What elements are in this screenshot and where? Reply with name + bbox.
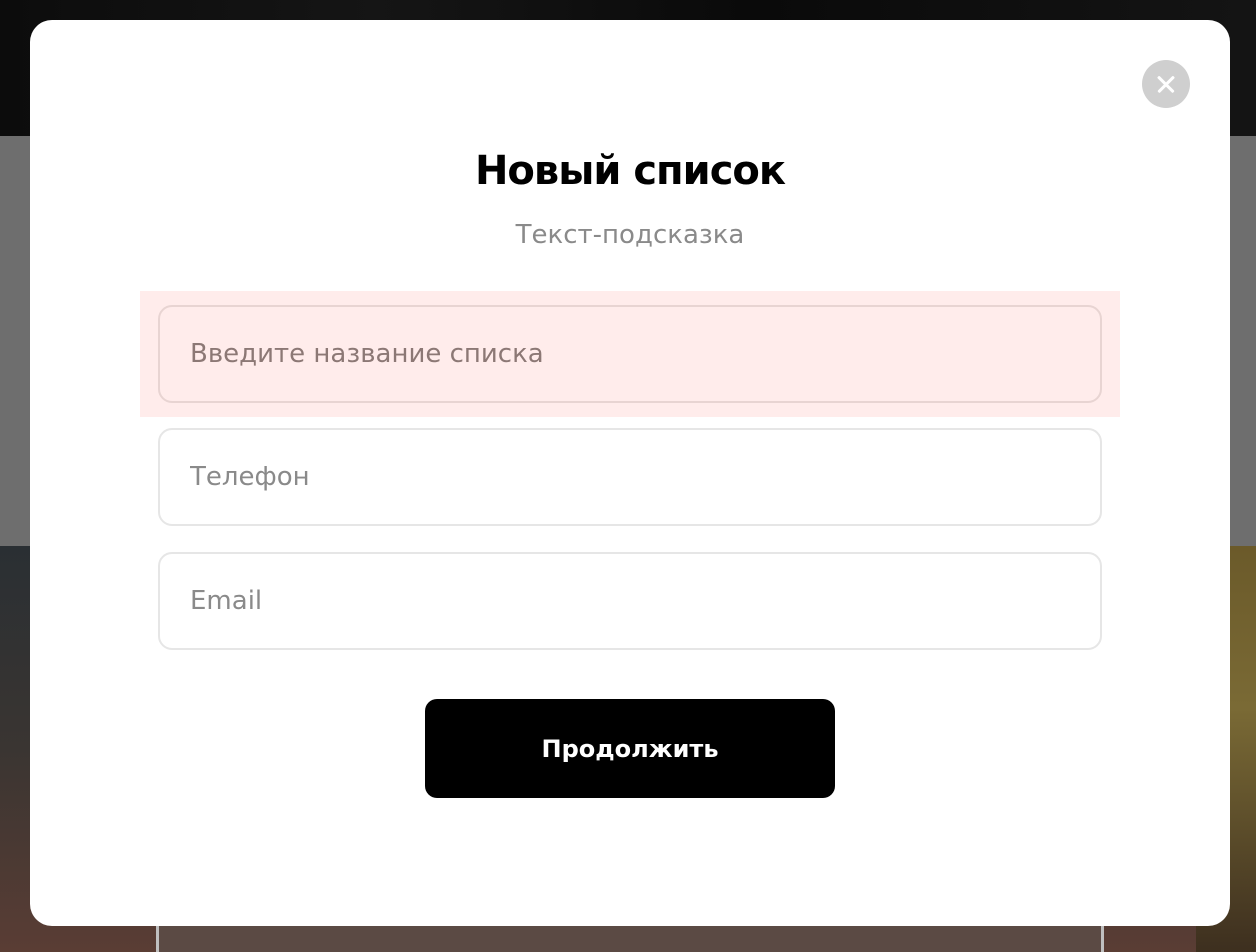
modal-hint-text: Текст-подсказка <box>515 220 745 250</box>
new-list-modal: Новый список Текст-подсказка Продолжить <box>30 20 1230 926</box>
email-field[interactable] <box>158 552 1102 650</box>
list-name-input[interactable] <box>190 339 1070 369</box>
list-name-field[interactable] <box>158 305 1102 403</box>
modal-title: Новый список <box>474 148 786 194</box>
close-icon[interactable] <box>1142 60 1190 108</box>
continue-button[interactable]: Продолжить <box>425 699 835 798</box>
background-photo-frame <box>156 926 1104 952</box>
phone-field[interactable] <box>158 428 1102 526</box>
phone-input[interactable] <box>190 462 1070 492</box>
email-input[interactable] <box>190 586 1070 616</box>
